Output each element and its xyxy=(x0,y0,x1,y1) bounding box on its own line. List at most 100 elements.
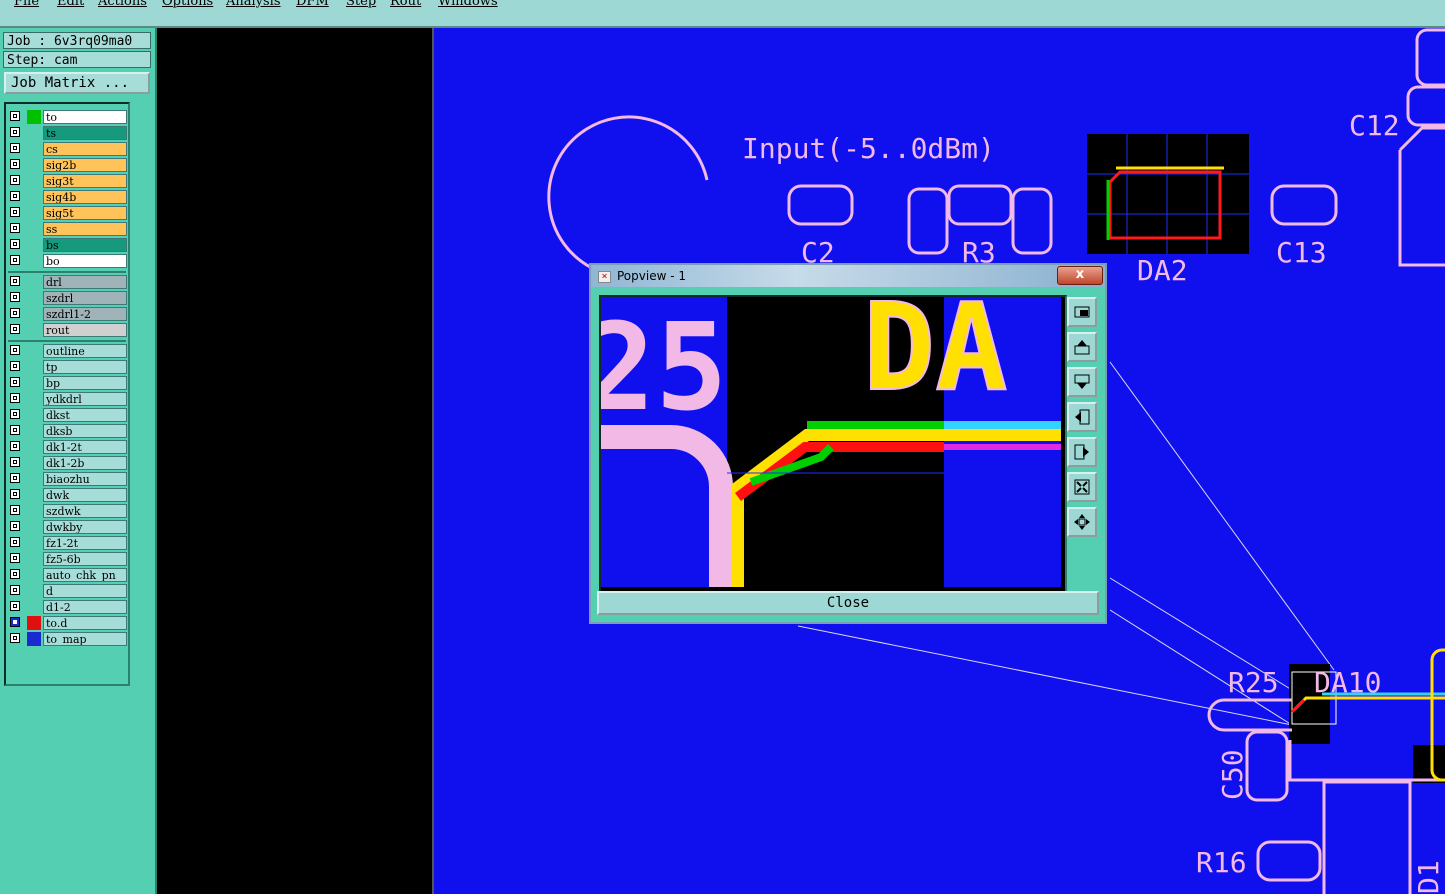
layer-checkbox[interactable] xyxy=(10,409,20,419)
layer-checkbox[interactable] xyxy=(10,324,20,334)
layer-name[interactable]: dk1-2b xyxy=(43,456,127,470)
popview-titlebar[interactable]: × Popview - 1 x xyxy=(591,265,1105,287)
layer-checkbox[interactable] xyxy=(10,489,20,499)
menu-rout[interactable]: Rout xyxy=(390,0,421,9)
layer-name[interactable]: to_map xyxy=(43,632,127,646)
layer-name[interactable]: dwk xyxy=(43,488,127,502)
window-close-button[interactable]: x xyxy=(1057,266,1103,285)
move-right-button[interactable] xyxy=(1067,437,1097,467)
layer-name[interactable]: drl xyxy=(43,275,127,289)
menu-dfm[interactable]: DFM xyxy=(296,0,329,9)
layer-checkbox[interactable] xyxy=(10,175,20,185)
menu-edit[interactable]: Edit xyxy=(57,0,84,9)
layer-row-rout[interactable]: rout xyxy=(8,323,127,337)
layer-checkbox[interactable] xyxy=(10,617,20,627)
layer-checkbox[interactable] xyxy=(10,292,20,302)
layer-name[interactable]: biaozhu xyxy=(43,472,127,486)
menu-options[interactable]: Options xyxy=(162,0,213,9)
layer-row-to.d[interactable]: to.d xyxy=(8,616,127,630)
layer-row-sig4b[interactable]: sig4b xyxy=(8,190,127,204)
layer-checkbox[interactable] xyxy=(10,601,20,611)
layer-row-sig5t[interactable]: sig5t xyxy=(8,206,127,220)
layer-name[interactable]: bs xyxy=(43,238,127,252)
layer-checkbox[interactable] xyxy=(10,553,20,563)
layer-checkbox[interactable] xyxy=(10,361,20,371)
layer-name[interactable]: d xyxy=(43,584,127,598)
layer-row-fz5-6b[interactable]: fz5-6b xyxy=(8,552,127,566)
layer-row-outline[interactable]: outline xyxy=(8,344,127,358)
layer-checkbox[interactable] xyxy=(10,457,20,467)
layer-name[interactable]: to.d xyxy=(43,616,127,630)
layer-name[interactable]: dksb xyxy=(43,424,127,438)
layer-name[interactable]: dk1-2t xyxy=(43,440,127,454)
layer-row-d1-2[interactable]: d1-2 xyxy=(8,600,127,614)
layer-row-dwk[interactable]: dwk xyxy=(8,488,127,502)
layer-name[interactable]: ss xyxy=(43,222,127,236)
layer-checkbox[interactable] xyxy=(10,239,20,249)
layer-checkbox[interactable] xyxy=(10,585,20,595)
layer-name[interactable]: fz5-6b xyxy=(43,552,127,566)
layer-row-szdrl1-2[interactable]: szdrl1-2 xyxy=(8,307,127,321)
layer-checkbox[interactable] xyxy=(10,537,20,547)
layer-checkbox[interactable] xyxy=(10,223,20,233)
layer-checkbox[interactable] xyxy=(10,191,20,201)
layer-row-d[interactable]: d xyxy=(8,584,127,598)
layer-checkbox[interactable] xyxy=(10,521,20,531)
layer-name[interactable]: szdwk xyxy=(43,504,127,518)
layer-row-dk1-2t[interactable]: dk1-2t xyxy=(8,440,127,454)
layer-row-drl[interactable]: drl xyxy=(8,275,127,289)
layer-checkbox[interactable] xyxy=(10,377,20,387)
layer-row-to[interactable]: to xyxy=(8,110,127,124)
layer-name[interactable]: bo xyxy=(43,254,127,268)
layer-name[interactable]: auto_chk_pn xyxy=(43,568,127,582)
layer-row-sig2b[interactable]: sig2b xyxy=(8,158,127,172)
layer-name[interactable]: sig5t xyxy=(43,206,127,220)
layer-row-dksb[interactable]: dksb xyxy=(8,424,127,438)
layer-name[interactable]: szdrl xyxy=(43,291,127,305)
layer-row-szdwk[interactable]: szdwk xyxy=(8,504,127,518)
layer-name[interactable]: d1-2 xyxy=(43,600,127,614)
layer-row-biaozhu[interactable]: biaozhu xyxy=(8,472,127,486)
layer-row-fz1-2t[interactable]: fz1-2t xyxy=(8,536,127,550)
layer-checkbox[interactable] xyxy=(10,393,20,403)
layer-checkbox[interactable] xyxy=(10,505,20,515)
layer-row-auto_chk_pn[interactable]: auto_chk_pn xyxy=(8,568,127,582)
move-left-button[interactable] xyxy=(1067,402,1097,432)
layer-checkbox[interactable] xyxy=(10,127,20,137)
menu-windows[interactable]: Windows xyxy=(438,0,498,9)
layer-row-bo[interactable]: bo xyxy=(8,254,127,268)
layer-name[interactable]: sig3t xyxy=(43,174,127,188)
menu-actions[interactable]: Actions xyxy=(98,0,147,9)
layer-name[interactable]: dwkby xyxy=(43,520,127,534)
layer-name[interactable]: ts xyxy=(43,126,127,140)
layer-name[interactable]: ydkdrl xyxy=(43,392,127,406)
popview-zoom-view[interactable]: 25 DA xyxy=(599,295,1067,593)
layer-row-ss[interactable]: ss xyxy=(8,222,127,236)
layer-checkbox[interactable] xyxy=(10,308,20,318)
layer-checkbox[interactable] xyxy=(10,633,20,643)
layer-checkbox[interactable] xyxy=(10,345,20,355)
layer-name[interactable]: cs xyxy=(43,142,127,156)
layer-row-tp[interactable]: tp xyxy=(8,360,127,374)
layer-checkbox[interactable] xyxy=(10,569,20,579)
layer-checkbox[interactable] xyxy=(10,425,20,435)
layer-row-bs[interactable]: bs xyxy=(8,238,127,252)
layer-checkbox[interactable] xyxy=(10,276,20,286)
layer-checkbox[interactable] xyxy=(10,473,20,483)
layer-checkbox[interactable] xyxy=(10,143,20,153)
layer-checkbox[interactable] xyxy=(10,111,20,121)
layer-name[interactable]: szdrl1-2 xyxy=(43,307,127,321)
zoom-in-button[interactable] xyxy=(1067,472,1097,502)
close-button[interactable]: Close xyxy=(597,591,1099,615)
layer-name[interactable]: sig2b xyxy=(43,158,127,172)
layer-name[interactable]: outline xyxy=(43,344,127,358)
zoom-fit-button[interactable] xyxy=(1067,297,1097,327)
layer-row-to_map[interactable]: to_map xyxy=(8,632,127,646)
menu-step[interactable]: Step xyxy=(346,0,376,9)
layer-checkbox[interactable] xyxy=(10,441,20,451)
layer-name[interactable]: bp xyxy=(43,376,127,390)
layer-checkbox[interactable] xyxy=(10,255,20,265)
layer-name[interactable]: sig4b xyxy=(43,190,127,204)
layer-row-ydkdrl[interactable]: ydkdrl xyxy=(8,392,127,406)
layer-name[interactable]: to xyxy=(43,110,127,124)
